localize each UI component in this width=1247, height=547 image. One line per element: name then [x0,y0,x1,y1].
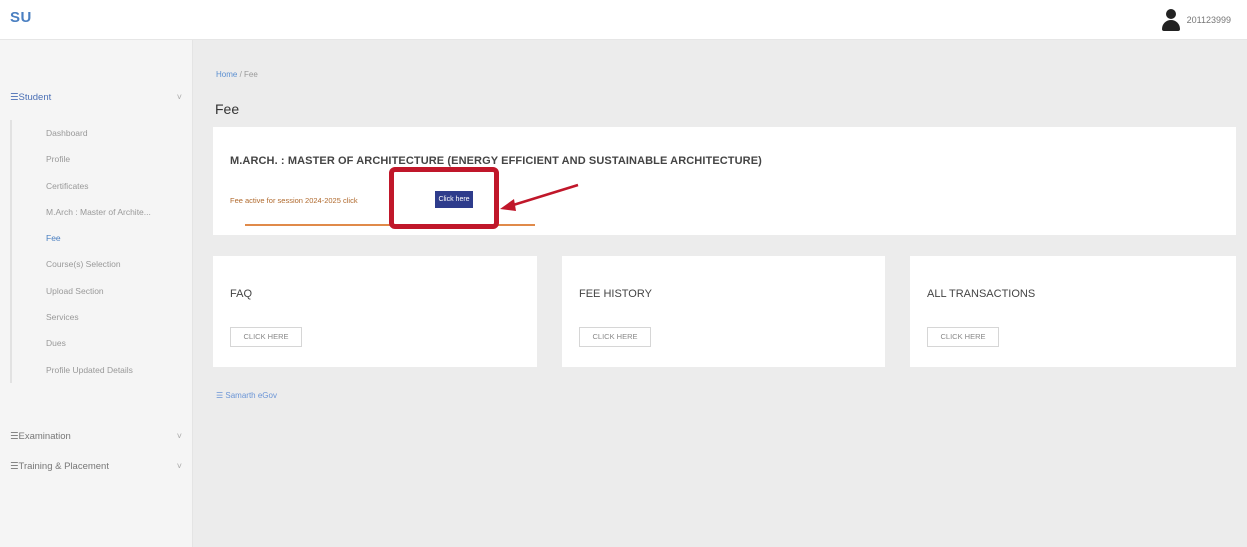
annotation-arrow-icon [500,183,579,211]
fee-history-click-here-button[interactable]: CLICK HERE [579,327,651,347]
user-menu[interactable]: 201123999 [1161,9,1231,31]
card-title: FAQ [230,288,253,300]
sidebar-group-label: ☰Student [10,92,52,103]
sidebar-item-dashboard[interactable]: Dashboard [12,120,184,146]
breadcrumb: Home / Fee [216,70,258,79]
breadcrumb-separator: / [237,70,245,79]
sidebar-submenu: Dashboard Profile Certificates M.Arch : … [10,120,193,383]
all-transactions-click-here-button[interactable]: CLICK HERE [927,327,999,347]
all-transactions-card: ALL TRANSACTIONS CLICK HERE [910,256,1236,367]
sidebar-item-certificates[interactable]: Certificates [12,173,184,199]
sidebar-item-upload-section[interactable]: Upload Section [12,278,184,304]
program-card: M.ARCH. : MASTER OF ARCHITECTURE (ENERGY… [213,127,1236,235]
faq-card: FAQ CLICK HERE [213,256,537,367]
sidebar: ☰Student ˅ Dashboard Profile Certificate… [0,40,193,547]
sidebar-item-fee[interactable]: Fee [12,225,184,251]
page-title: Fee [215,101,240,117]
card-title: ALL TRANSACTIONS [927,288,1036,300]
app-logo[interactable]: SU [10,9,32,26]
program-title: M.ARCH. : MASTER OF ARCHITECTURE (ENERGY… [230,155,762,167]
sidebar-item-course-selection[interactable]: Course(s) Selection [12,251,184,277]
sidebar-item-profile-updated[interactable]: Profile Updated Details [12,357,184,383]
breadcrumb-current: Fee [244,70,258,79]
sidebar-item-profile[interactable]: Profile [12,146,184,172]
faq-click-here-button[interactable]: CLICK HERE [230,327,302,347]
fee-history-card: FEE HISTORY CLICK HERE [562,256,885,367]
card-title: FEE HISTORY [579,288,652,300]
chevron-down-icon[interactable]: ˅ [177,431,182,442]
samarth-egov-link[interactable]: ☰ Samarth eGov [216,391,277,400]
sidebar-group-examination[interactable]: ☰Examination ˅ [10,431,182,442]
chevron-down-icon[interactable]: ˅ [177,461,182,472]
user-avatar-icon[interactable] [1161,9,1181,31]
top-bar: SU 201123999 [0,0,1247,40]
sidebar-item-services[interactable]: Services [12,304,184,330]
user-id[interactable]: 201123999 [1187,15,1231,25]
sidebar-group-label: ☰Training & Placement [10,461,109,472]
breadcrumb-home-link[interactable]: Home [216,70,237,79]
fee-active-text: Fee active for session 2024-2025 click [230,196,358,205]
sidebar-group-label: ☰Examination [10,431,71,442]
chevron-down-icon[interactable]: ˅ [177,92,182,103]
annotation-highlight-box [389,167,499,229]
sidebar-item-dues[interactable]: Dues [12,330,184,356]
sidebar-group-training[interactable]: ☰Training & Placement ˅ [10,461,182,472]
sidebar-group-student[interactable]: ☰Student ˅ [10,92,182,103]
sidebar-item-program[interactable]: M.Arch : Master of Archite... [12,199,184,225]
